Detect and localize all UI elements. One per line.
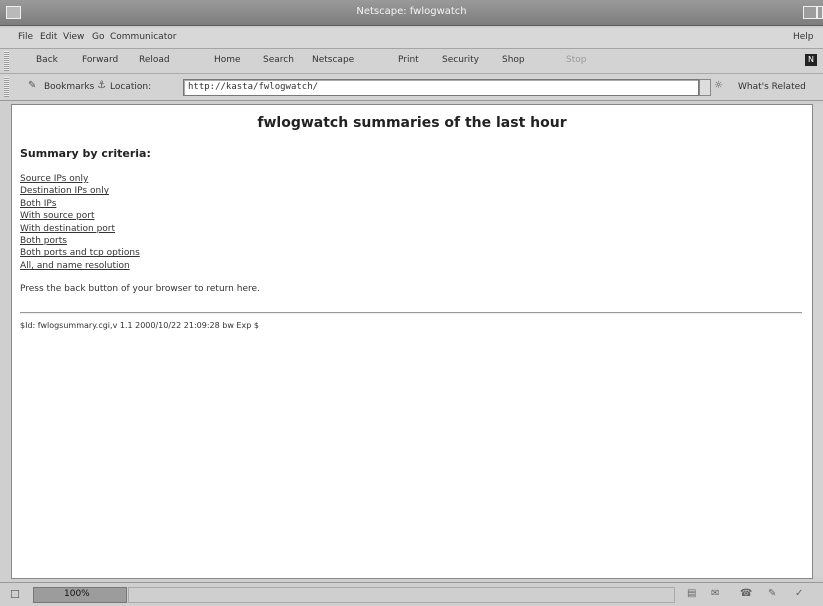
shop-button[interactable]: Shop <box>502 55 525 65</box>
toolbar-grip[interactable] <box>4 51 9 71</box>
link-both-ips[interactable]: Both IPs <box>20 198 140 210</box>
link-both-ports-tcp-options[interactable]: Both ports and tcp options <box>20 247 140 259</box>
page-title: fwlogwatch summaries of the last hour <box>257 115 567 131</box>
forward-button[interactable]: Forward <box>82 55 118 65</box>
whats-related-icon[interactable]: ☼ <box>714 80 723 91</box>
status-bar: ☐ 100% ▤ ✉ ☎ ✎ ✓ <box>0 582 823 606</box>
menu-communicator[interactable]: Communicator <box>110 32 176 42</box>
status-extra-icon[interactable]: ✓ <box>795 588 803 599</box>
link-source-ips[interactable]: Source IPs only <box>20 173 140 185</box>
home-button[interactable]: Home <box>214 55 241 65</box>
link-destination-port[interactable]: With destination port <box>20 223 140 235</box>
menu-file[interactable]: File <box>18 32 33 42</box>
menu-view[interactable]: View <box>63 32 84 42</box>
location-label: Location: <box>110 82 152 92</box>
page-content: fwlogwatch summaries of the last hour Su… <box>11 104 813 579</box>
back-note: Press the back button of your browser to… <box>20 284 260 294</box>
menu-bar: File Edit View Go Communicator Help <box>0 28 823 49</box>
window-title: Netscape: fwlogwatch <box>356 6 467 17</box>
link-both-ports[interactable]: Both ports <box>20 235 140 247</box>
navigator-icon[interactable]: ▤ <box>687 588 696 599</box>
criteria-link-list: Source IPs only Destination IPs only Bot… <box>20 173 140 272</box>
menu-go[interactable]: Go <box>92 32 104 42</box>
print-button[interactable]: Print <box>398 55 419 65</box>
status-message <box>128 587 675 603</box>
stop-button[interactable]: Stop <box>566 55 586 65</box>
reload-button[interactable]: Reload <box>139 55 170 65</box>
menu-help[interactable]: Help <box>793 32 814 42</box>
composer-icon[interactable]: ✎ <box>768 588 776 599</box>
link-destination-ips[interactable]: Destination IPs only <box>20 185 140 197</box>
url-dropdown-icon[interactable] <box>699 79 711 96</box>
title-bar: Netscape: fwlogwatch <box>0 0 823 26</box>
menu-edit[interactable]: Edit <box>40 32 57 42</box>
mail-icon[interactable]: ✉ <box>711 588 719 599</box>
location-toolbar: ✎ Bookmarks ⚓ Location: http://kasta/fwl… <box>0 74 823 101</box>
location-grip[interactable] <box>4 77 9 97</box>
cvs-id-line: $Id: fwlogsummary.cgi,v 1.1 2000/10/22 2… <box>20 321 259 330</box>
security-button[interactable]: Security <box>442 55 479 65</box>
navigation-toolbar: Back Forward Reload Home Search Netscape… <box>0 49 823 74</box>
bookmarks-icon[interactable]: ✎ <box>28 80 36 91</box>
location-icon[interactable]: ⚓ <box>97 80 106 91</box>
right-scroll-strip[interactable] <box>813 104 823 577</box>
discussions-icon[interactable]: ☎ <box>740 588 752 599</box>
search-button[interactable]: Search <box>263 55 294 65</box>
link-all-name-resolution[interactable]: All, and name resolution <box>20 260 140 272</box>
progress-text: 100% <box>64 589 90 599</box>
link-source-port[interactable]: With source port <box>20 210 140 222</box>
close-icon[interactable] <box>817 6 823 19</box>
maximize-icon[interactable] <box>803 6 817 19</box>
progress-bar: 100% <box>33 587 127 603</box>
netscape-logo-icon[interactable]: N <box>805 54 817 66</box>
back-button[interactable]: Back <box>36 55 58 65</box>
browser-window: Netscape: fwlogwatch File Edit View Go C… <box>0 0 823 606</box>
url-text: http://kasta/fwlogwatch/ <box>188 82 319 92</box>
url-input[interactable]: http://kasta/fwlogwatch/ <box>183 79 699 96</box>
security-lock-icon[interactable]: ☐ <box>10 588 20 601</box>
section-heading: Summary by criteria: <box>20 147 151 160</box>
horizontal-divider <box>20 312 802 314</box>
bookmarks-button[interactable]: Bookmarks <box>44 82 94 92</box>
whats-related-button[interactable]: What's Related <box>738 82 806 92</box>
netscape-button[interactable]: Netscape <box>312 55 354 65</box>
